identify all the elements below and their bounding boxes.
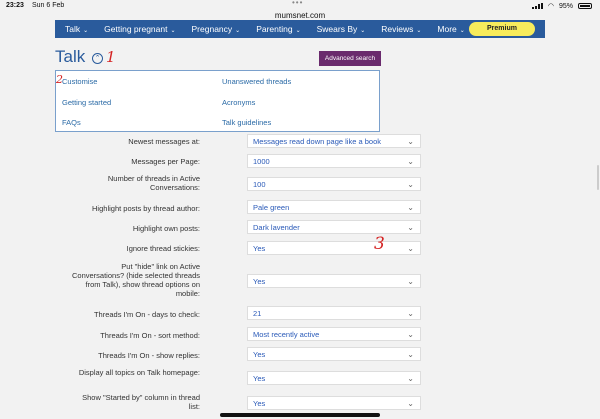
setting-label: Threads I'm On - show replies: (98, 351, 200, 360)
chevron-down-icon: ⌄ (407, 157, 414, 166)
talk-menu: Customise Getting started FAQs Unanswere… (55, 70, 380, 132)
nav-item-parenting[interactable]: Parenting ⌄ (256, 24, 300, 34)
chevron-down-icon: ⌄ (407, 180, 414, 189)
collapse-menu-icon[interactable]: ⌃ (92, 53, 103, 64)
advanced-search-button[interactable]: Advanced search (319, 51, 381, 66)
setting-select-sort-method[interactable]: Most recently active ⌄ (247, 327, 421, 341)
settings-form: Newest messages at: Messages read down p… (55, 132, 421, 419)
setting-label: Put "hide" link on Active Conversations?… (72, 262, 200, 298)
setting-select-started-by[interactable]: Yes ⌄ (247, 396, 421, 410)
setting-label: Threads I'm On - sort method: (100, 331, 200, 340)
chevron-down-icon: ⌄ (235, 28, 241, 34)
chevron-down-icon: ⌄ (416, 28, 422, 34)
setting-select-days-to-check[interactable]: 21 ⌄ (247, 306, 421, 320)
nav-item-reviews[interactable]: Reviews ⌄ (381, 24, 421, 34)
battery-percent: 95% (558, 2, 573, 10)
menu-talk-guidelines[interactable]: Talk guidelines (222, 118, 271, 127)
chevron-down-icon: ⌄ (407, 309, 414, 318)
battery-icon (578, 3, 592, 9)
chevron-down-icon: ⌄ (407, 203, 414, 212)
setting-select-messages-per-page[interactable]: 1000 ⌄ (247, 154, 421, 168)
multitask-dots-icon[interactable]: ••• (292, 0, 303, 7)
chevron-down-icon: ⌄ (170, 28, 176, 34)
chevron-down-icon: ⌄ (407, 399, 414, 408)
scrollbar[interactable] (597, 165, 599, 190)
setting-label: Highlight own posts: (132, 224, 200, 233)
menu-getting-started[interactable]: Getting started (62, 98, 111, 107)
chevron-down-icon: ⌄ (360, 28, 366, 34)
setting-select-active-threads[interactable]: 100 ⌄ (247, 177, 421, 191)
setting-select-all-topics[interactable]: Yes ⌄ (247, 371, 421, 385)
home-indicator[interactable] (220, 413, 380, 417)
setting-select-hide-link[interactable]: Yes ⌄ (247, 274, 421, 288)
chevron-down-icon: ⌄ (407, 374, 414, 383)
nav-item-talk[interactable]: Talk ⌄ (65, 24, 88, 34)
menu-faqs[interactable]: FAQs (62, 118, 81, 127)
page-title: Talk (55, 47, 86, 66)
annotation-1: 1 (106, 48, 116, 66)
main-nav: Talk ⌄ Getting pregnant ⌄ Pregnancy ⌄ Paren… (55, 20, 545, 38)
chevron-down-icon: ⌄ (83, 28, 89, 34)
premium-button[interactable]: Premium (469, 22, 535, 36)
wifi-icon: ◠ (547, 3, 554, 10)
setting-select-own-highlight[interactable]: Dark lavender ⌄ (247, 220, 421, 234)
setting-select-ignore-stickies[interactable]: Yes ⌄ (247, 241, 421, 255)
nav-item-swears-by[interactable]: Swears By ⌄ (317, 24, 366, 34)
setting-select-author-highlight[interactable]: Pale green ⌄ (247, 200, 421, 214)
setting-select-show-replies[interactable]: Yes ⌄ (247, 347, 421, 361)
status-date: Sun 6 Feb (32, 2, 65, 9)
setting-label: Threads I'm On - days to check: (93, 310, 200, 319)
chevron-down-icon: ⌄ (407, 223, 414, 232)
menu-unanswered-threads[interactable]: Unanswered threads (222, 77, 291, 86)
menu-acronyms[interactable]: Acronyms (222, 98, 255, 107)
nav-item-getting-pregnant[interactable]: Getting pregnant ⌄ (104, 24, 175, 34)
status-time: 23:23 (6, 2, 24, 9)
signal-icon (531, 3, 543, 9)
chevron-down-icon: ⌄ (407, 137, 414, 146)
setting-label: Messages per Page: (131, 157, 200, 166)
annotation-3: 3 (374, 234, 385, 254)
setting-label: Number of threads in Active Conversation… (107, 174, 200, 192)
chevron-down-icon: ⌄ (459, 28, 465, 34)
annotation-2: 2 (56, 73, 63, 86)
chevron-down-icon: ⌄ (407, 330, 414, 339)
chevron-down-icon: ⌄ (407, 244, 414, 253)
status-right: ◠ 95% (531, 2, 592, 10)
setting-label: Highlight posts by thread author: (92, 204, 200, 213)
setting-label: Show "Started by" column in thread list: (82, 393, 200, 411)
setting-label: Ignore thread stickies: (126, 244, 200, 253)
chevron-down-icon: ⌄ (407, 350, 414, 359)
setting-label: Newest messages at: (128, 137, 200, 146)
nav-item-pregnancy[interactable]: Pregnancy ⌄ (192, 24, 241, 34)
nav-item-more[interactable]: More ⌄ (437, 24, 464, 34)
setting-select-newest-messages[interactable]: Messages read down page like a book ⌄ (247, 134, 421, 148)
chevron-down-icon: ⌄ (295, 28, 301, 34)
setting-label: Display all topics on Talk homepage: (78, 368, 200, 377)
chevron-down-icon: ⌄ (407, 277, 414, 286)
menu-customise[interactable]: Customise (62, 77, 97, 86)
url-bar[interactable]: mumsnet.com (0, 11, 600, 20)
